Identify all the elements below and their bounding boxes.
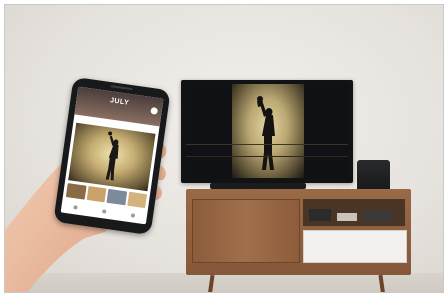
cast-icon[interactable] — [150, 106, 159, 115]
cabinet-door — [192, 199, 300, 263]
phone-photo-silhouette — [105, 131, 119, 181]
phone-speaker — [110, 85, 133, 91]
thumbnail[interactable] — [86, 185, 107, 203]
phone-screen[interactable]: JULY — [60, 86, 164, 225]
phone-app-header: JULY — [74, 86, 164, 127]
phone-app-title: JULY — [109, 97, 130, 107]
nav-dot[interactable] — [130, 213, 135, 218]
nav-dot[interactable] — [101, 209, 107, 214]
thumbnail[interactable] — [126, 191, 148, 209]
tv-cabinet — [186, 189, 411, 275]
nav-dot[interactable] — [73, 205, 79, 210]
silhouette-figure — [186, 96, 348, 170]
cabinet-drawer — [303, 230, 407, 263]
thumbnail[interactable] — [106, 188, 127, 206]
speaker — [357, 160, 390, 192]
phone-photo[interactable] — [68, 122, 156, 192]
photo-frame: JULY — [4, 4, 444, 293]
thumbnail[interactable] — [65, 183, 87, 200]
cabinet-shelf — [303, 199, 405, 226]
smartphone: JULY — [53, 76, 171, 236]
television — [181, 80, 353, 183]
tv-screen — [186, 84, 348, 178]
shelf-items — [309, 209, 393, 221]
